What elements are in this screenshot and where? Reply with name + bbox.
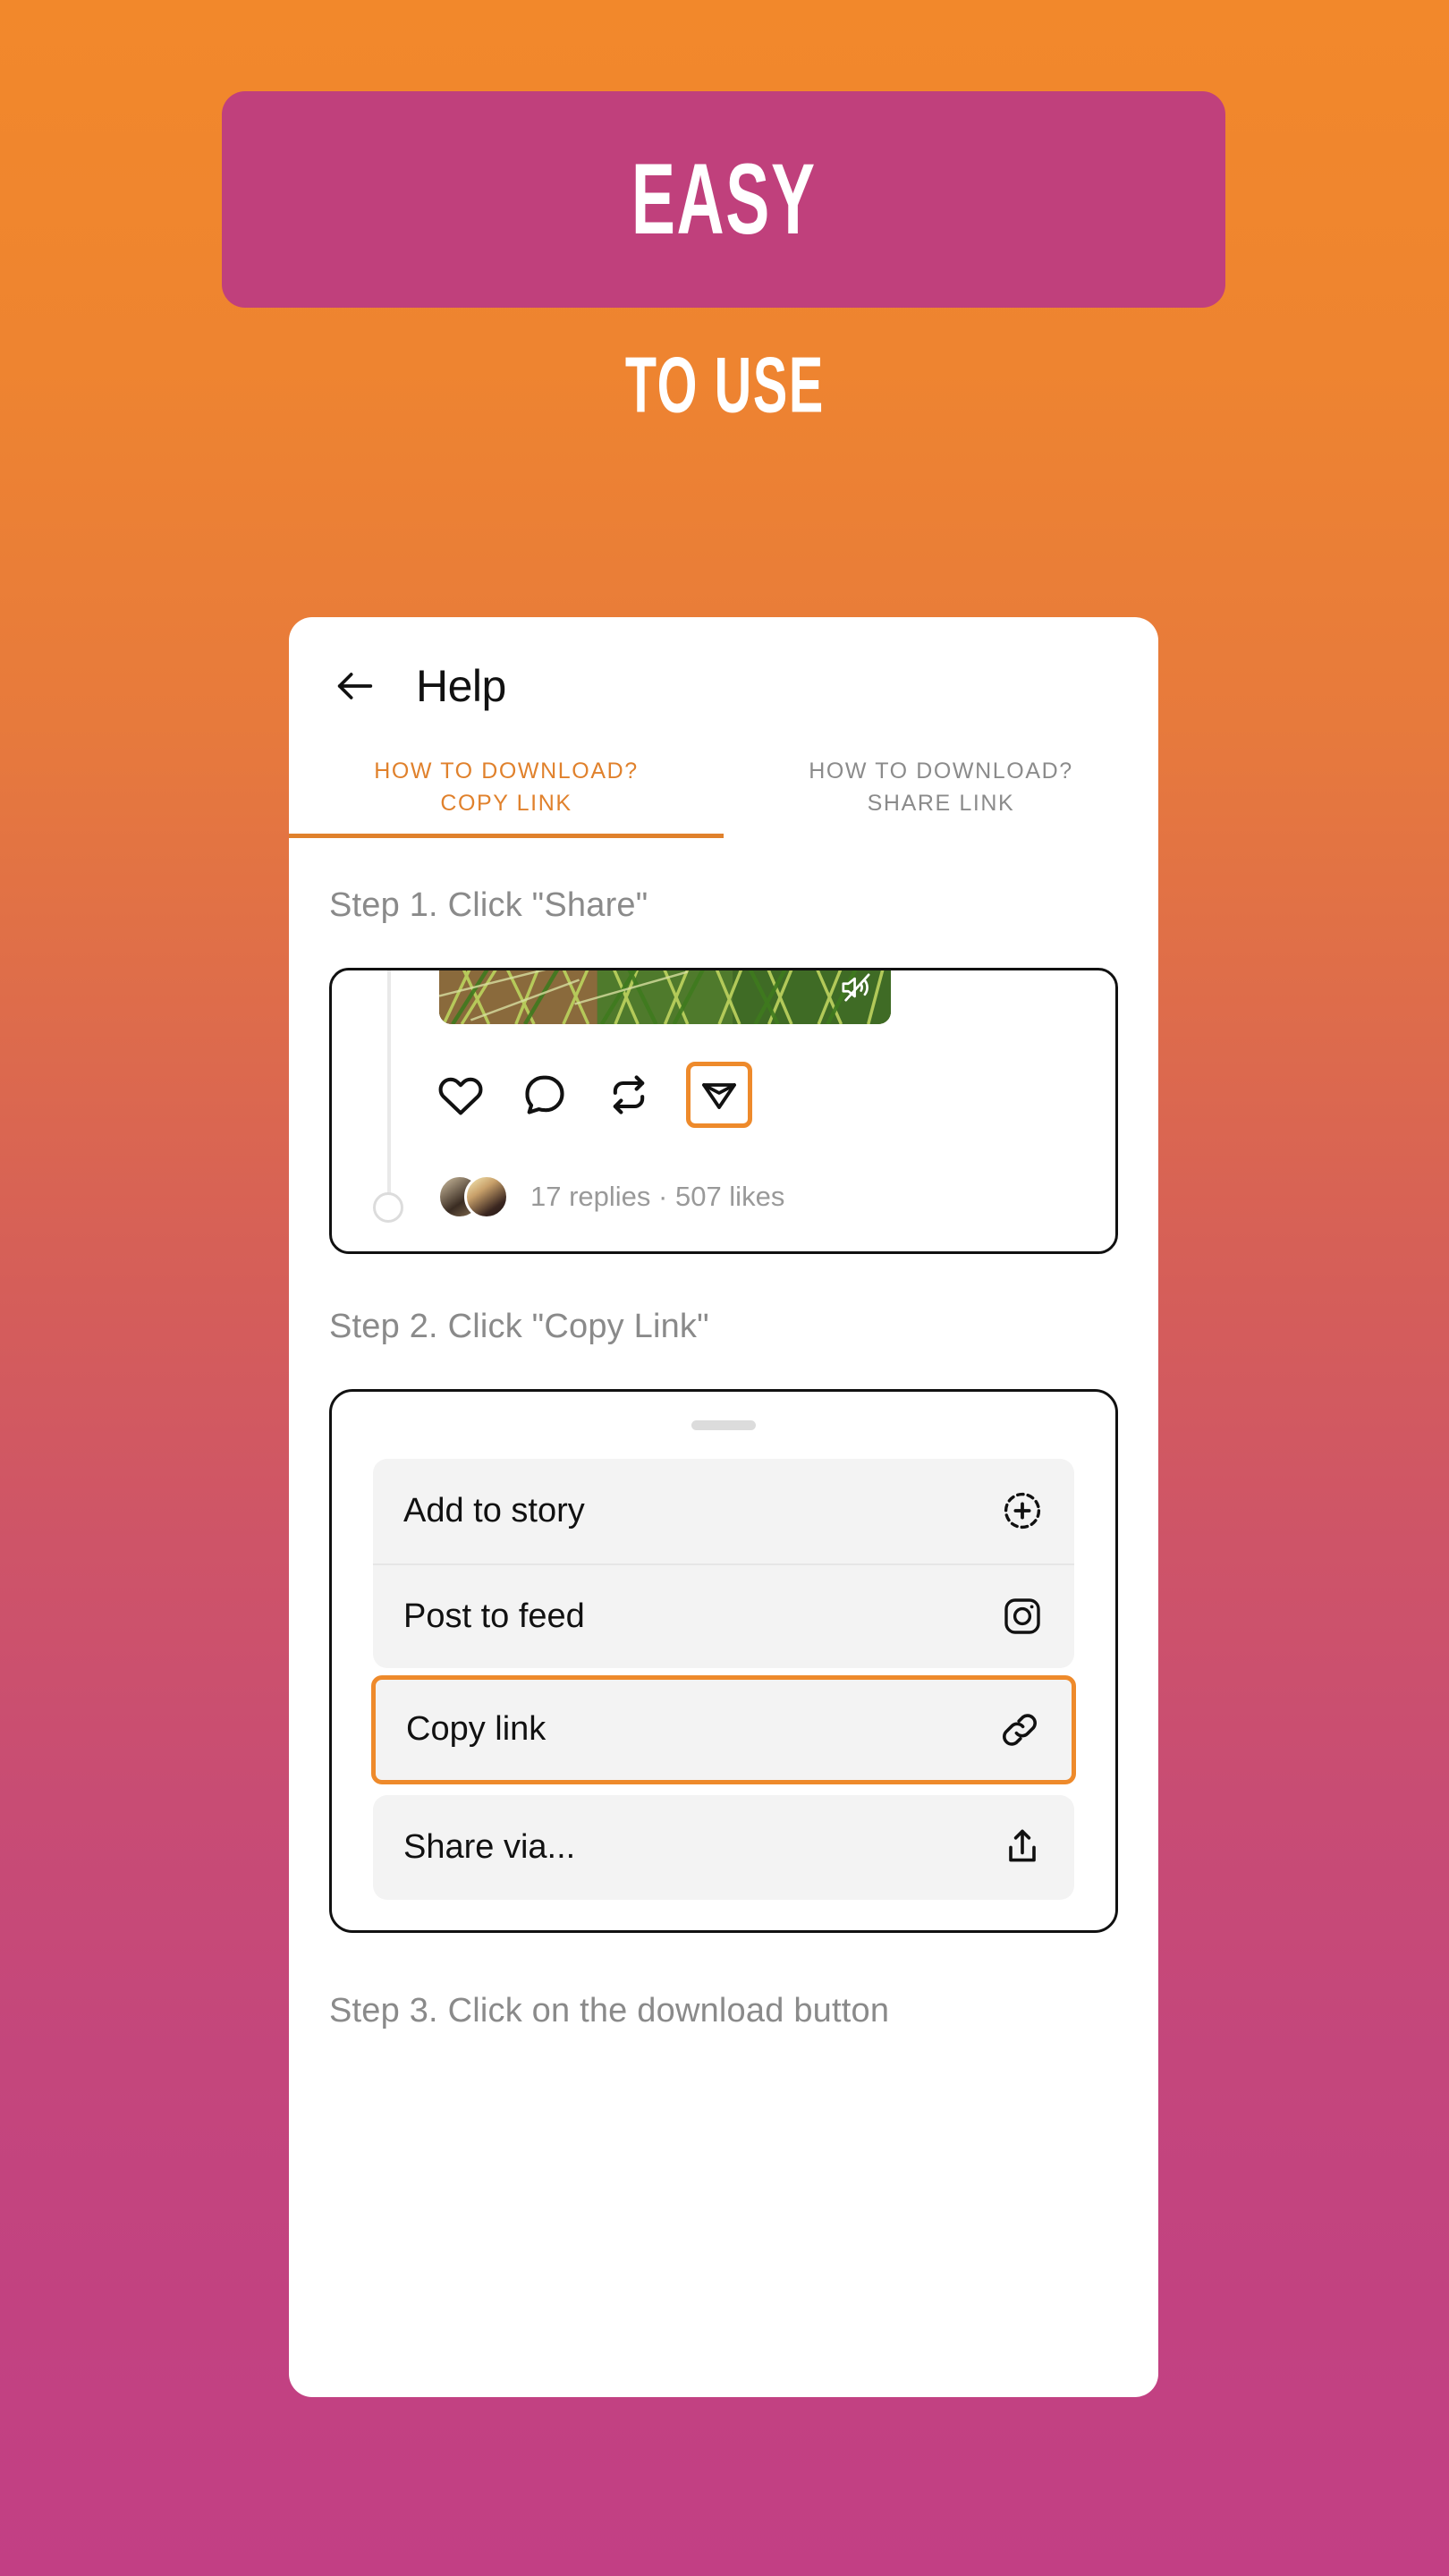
tab-label-line1: HOW TO DOWNLOAD? xyxy=(374,758,639,784)
phone-screenshot-card: Help HOW TO DOWNLOAD? COPY LINK HOW TO D… xyxy=(289,617,1158,2397)
heart-icon[interactable] xyxy=(437,1072,484,1118)
hero-banner-text: EASY xyxy=(631,143,817,256)
app-bar: Help xyxy=(289,617,1158,712)
grass-image xyxy=(439,970,891,1024)
thread-dot xyxy=(373,1191,403,1223)
add-to-story-icon xyxy=(1001,1489,1044,1532)
hero-banner: EASY xyxy=(222,91,1225,308)
tab-bar: HOW TO DOWNLOAD? COPY LINK HOW TO DOWNLO… xyxy=(289,750,1158,838)
page-title: Help xyxy=(416,661,506,711)
repost-icon[interactable] xyxy=(606,1072,652,1118)
comment-icon[interactable] xyxy=(521,1072,568,1118)
share-option-share-via[interactable]: Share via... xyxy=(373,1795,1074,1900)
tab-label-line2: COPY LINK xyxy=(440,791,572,817)
speaker-muted-icon xyxy=(841,972,871,1003)
share-sheet-group-copy: Copy link xyxy=(332,1674,1115,1784)
share-sheet-group-primary: Add to story Post to feed xyxy=(373,1458,1074,1668)
hero-subtitle-text: TO USE xyxy=(624,342,825,429)
tab-how-to-download-copy-link[interactable]: HOW TO DOWNLOAD? COPY LINK xyxy=(289,750,724,838)
post-meta-text: 17 replies · 507 likes xyxy=(530,1180,785,1212)
post-meta-row: 17 replies · 507 likes xyxy=(437,1174,784,1219)
video-thumbnail xyxy=(439,970,891,1024)
share-option-label: Share via... xyxy=(403,1827,576,1866)
share-paperplane-icon xyxy=(702,1082,736,1109)
share-option-label: Copy link xyxy=(406,1710,547,1748)
avatar xyxy=(464,1174,509,1219)
tab-how-to-download-share-link[interactable]: HOW TO DOWNLOAD? SHARE LINK xyxy=(724,750,1158,838)
share-sheet-group-secondary: Share via... xyxy=(373,1794,1074,1900)
post-action-row xyxy=(437,1061,752,1128)
share-option-label: Post to feed xyxy=(403,1597,585,1635)
step-2-label: Step 2. Click "Copy Link" xyxy=(329,1307,709,1345)
avatar-group xyxy=(437,1174,509,1219)
share-option-copy-link[interactable]: Copy link xyxy=(371,1674,1076,1784)
thread-connector-line xyxy=(387,970,391,1199)
instagram-icon xyxy=(1001,1595,1044,1638)
hero-subtitle: TO USE xyxy=(0,346,1449,425)
arrow-left-icon[interactable] xyxy=(332,663,378,709)
share-sheet: Add to story Post to feed Copy link Shar… xyxy=(329,1388,1118,1933)
tab-label-line1: HOW TO DOWNLOAD? xyxy=(809,758,1073,784)
share-upload-icon xyxy=(1001,1826,1044,1868)
post-preview-box: 17 replies · 507 likes xyxy=(329,967,1118,1254)
link-icon xyxy=(998,1708,1041,1751)
drag-handle[interactable] xyxy=(691,1419,756,1430)
share-option-label: Add to story xyxy=(403,1491,585,1530)
share-paperplane-icon-highlight[interactable] xyxy=(686,1061,752,1128)
tab-label-line2: SHARE LINK xyxy=(867,791,1015,817)
step-1-label: Step 1. Click "Share" xyxy=(329,886,648,924)
share-option-add-to-story[interactable]: Add to story xyxy=(373,1459,1074,1563)
share-option-post-to-feed[interactable]: Post to feed xyxy=(373,1563,1074,1668)
step-3-label: Step 3. Click on the download button xyxy=(329,1991,890,2029)
